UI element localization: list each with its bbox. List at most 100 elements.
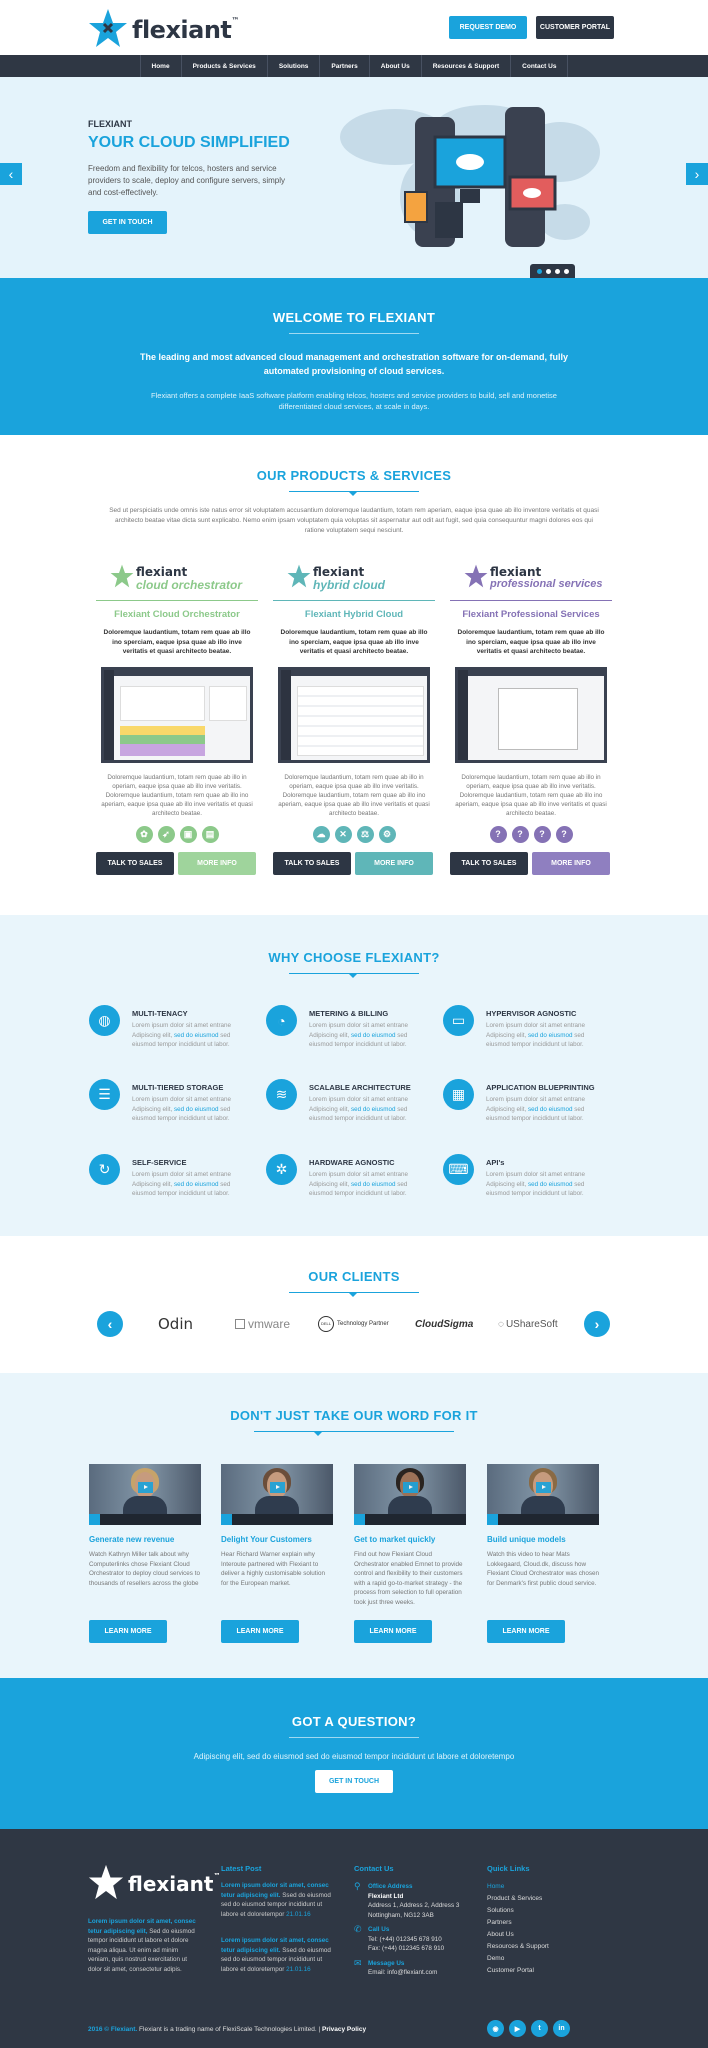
footer-link[interactable]: About Us [487, 1929, 549, 1941]
rocket-icon: ➶ [157, 825, 175, 843]
feature-title: API's [486, 1158, 505, 1167]
linkedin-icon[interactable]: in [553, 2020, 570, 2037]
slider-dot[interactable] [563, 268, 569, 274]
nav-item-about[interactable]: About Us [368, 55, 421, 77]
footer-post[interactable]: Lorem ipsum dolor sit amet, consec tetur… [221, 1936, 336, 1974]
clients-next-button[interactable]: › [584, 1311, 610, 1337]
slider-dot[interactable] [545, 268, 551, 274]
learn-more-button[interactable]: LEARN MORE [487, 1620, 565, 1643]
customer-portal-button[interactable]: CUSTOMER PORTAL [536, 16, 614, 39]
question-icon: ? [555, 825, 573, 843]
talk-to-sales-button[interactable]: TALK TO SALES [450, 851, 528, 875]
feature-item: ◍ MULTI-TENACY Lorem ipsum dolor sit ame… [89, 1005, 269, 1065]
why-section: WHY CHOOSE FLEXIANT? ◍ MULTI-TENACY Lore… [0, 915, 708, 1236]
product-divider [450, 600, 612, 601]
play-icon[interactable] [270, 1482, 285, 1493]
video-controls[interactable] [89, 1514, 201, 1525]
product-icons: ? ? ? ? [450, 825, 612, 843]
product-text: Doloremque laudantium, totam rem quae ab… [455, 773, 607, 817]
logo-tm: ™ [231, 16, 239, 25]
map-pin-icon: ⚲ [354, 1881, 361, 1891]
slider-next-button[interactable]: › [686, 163, 708, 185]
hero-get-in-touch-button[interactable]: GET IN TOUCH [88, 211, 167, 234]
learn-more-button[interactable]: LEARN MORE [89, 1620, 167, 1643]
product-icons: ☁ ✕ ⚖ ⚙ [273, 825, 435, 843]
testimonial-title: Build unique models [487, 1535, 566, 1544]
footer-link[interactable]: Home [487, 1881, 549, 1893]
footer-link[interactable]: Partners [487, 1917, 549, 1929]
nav-item-partners[interactable]: Partners [319, 55, 368, 77]
feature-item: ▭ HYPERVISOR AGNOSTIC Lorem ipsum dolor … [443, 1005, 623, 1065]
more-info-button[interactable]: MORE INFO [178, 851, 256, 875]
product-divider [273, 600, 435, 601]
talk-to-sales-button[interactable]: TALK TO SALES [96, 851, 174, 875]
hero-eyebrow: FLEXIANT [88, 119, 132, 129]
learn-more-button[interactable]: LEARN MORE [354, 1620, 432, 1643]
play-icon[interactable] [138, 1482, 153, 1493]
feature-title: SCALABLE ARCHITECTURE [309, 1083, 411, 1092]
footer-latest-title: Latest Post [221, 1864, 262, 1873]
request-demo-button[interactable]: REQUEST DEMO [449, 16, 527, 39]
question-section: GOT A QUESTION? Adipiscing elit, sed do … [0, 1678, 708, 1829]
footer-link[interactable]: Solutions [487, 1905, 549, 1917]
product-logo: flexiant hybrid cloud [273, 560, 435, 596]
video-player[interactable] [221, 1464, 333, 1525]
nav-item-home[interactable]: Home [139, 55, 181, 77]
slider-dots [530, 264, 575, 278]
video-player[interactable] [487, 1464, 599, 1525]
refresh-icon: ↻ [89, 1154, 120, 1185]
footer-link[interactable]: Customer Portal [487, 1965, 549, 1977]
flexiant-star-icon [89, 9, 127, 47]
more-info-button[interactable]: MORE INFO [355, 851, 433, 875]
nav-item-contact[interactable]: Contact Us [510, 55, 569, 77]
footer-logo-text: flexiant [128, 1872, 214, 1896]
privacy-policy-link[interactable]: Privacy Policy [322, 2026, 366, 2033]
play-icon[interactable] [403, 1482, 418, 1493]
video-player[interactable] [89, 1464, 201, 1525]
video-controls[interactable] [354, 1514, 466, 1525]
meter-icon: ◔ [266, 1005, 297, 1036]
feature-title: HARDWARE AGNOSTIC [309, 1158, 395, 1167]
feature-title: SELF-SERVICE [132, 1158, 187, 1167]
video-controls[interactable] [221, 1514, 333, 1525]
nav-item-products[interactable]: Products & Services [180, 55, 267, 77]
rss-icon[interactable]: ◉ [487, 2020, 504, 2037]
feature-desc: Lorem ipsum dolor sit amet entrane Adipi… [309, 1022, 409, 1048]
twitter-icon[interactable]: t [531, 2020, 548, 2037]
product-logo-name: flexiant [136, 565, 188, 579]
footer-quick-links: Home Product & Services Solutions Partne… [487, 1881, 549, 1977]
footer-logo[interactable]: flexiant™ [88, 1864, 220, 1904]
feature-title: MULTI-TENACY [132, 1009, 188, 1018]
footer-link[interactable]: Demo [487, 1953, 549, 1965]
question-get-in-touch-button[interactable]: GET IN TOUCH [315, 1770, 393, 1793]
video-controls[interactable] [487, 1514, 599, 1525]
hero-description: Freedom and flexibility for telcos, host… [88, 164, 285, 197]
nav-item-resources[interactable]: Resources & Support [420, 55, 510, 77]
play-icon[interactable] [536, 1482, 551, 1493]
flexiant-logo[interactable]: flexiant™ [88, 8, 239, 48]
video-player[interactable] [354, 1464, 466, 1525]
footer-link[interactable]: Product & Services [487, 1893, 549, 1905]
hero-title: YOUR CLOUD SIMPLIFIED [88, 134, 290, 151]
slider-dot[interactable] [536, 268, 542, 274]
products-intro: Sed ut perspiciatis unde omnis iste natu… [109, 507, 599, 534]
nav-item-solutions[interactable]: Solutions [266, 55, 320, 77]
box-icon: ▣ [179, 825, 197, 843]
client-logo-vmware: vmware [235, 1314, 290, 1334]
welcome-title: WELCOME TO FLEXIANT [272, 310, 436, 325]
database-icon: ☰ [89, 1079, 120, 1110]
footer-email[interactable]: Email: info@flexiant.com [368, 1968, 474, 1978]
monitor-icon: ▭ [443, 1005, 474, 1036]
talk-to-sales-button[interactable]: TALK TO SALES [273, 851, 351, 875]
section-divider [289, 333, 419, 334]
more-info-button[interactable]: MORE INFO [532, 851, 610, 875]
learn-more-button[interactable]: LEARN MORE [221, 1620, 299, 1643]
feature-item: ▦ APPLICATION BLUEPRINTING Lorem ipsum d… [443, 1079, 623, 1139]
client-logo-cloudsigma: CloudSigma [415, 1318, 474, 1330]
footer-post[interactable]: Lorem ipsum dolor sit amet, consec tetur… [221, 1881, 336, 1919]
youtube-icon[interactable]: ▶ [509, 2020, 526, 2037]
footer-link[interactable]: Resources & Support [487, 1941, 549, 1953]
clients-prev-button[interactable]: ‹ [97, 1311, 123, 1337]
slider-dot[interactable] [554, 268, 560, 274]
slider-prev-button[interactable]: ‹ [0, 163, 22, 185]
